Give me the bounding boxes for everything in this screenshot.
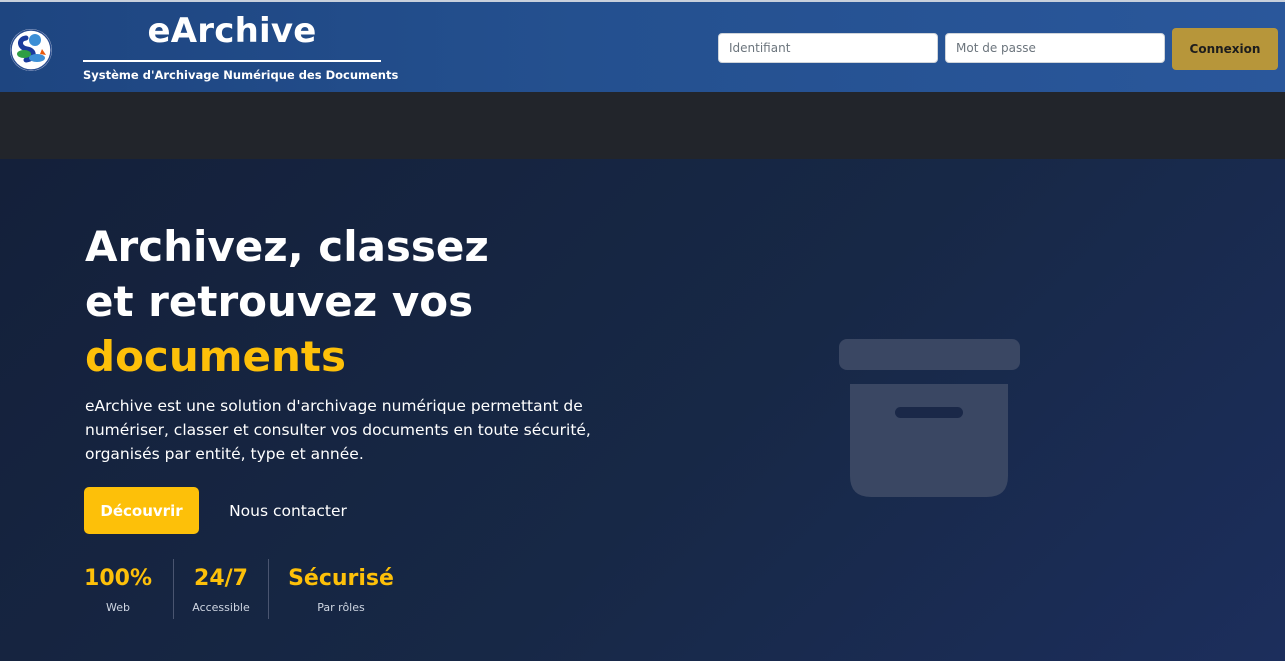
stat-value: 24/7 [194, 566, 248, 591]
app-subtitle: Système d'Archivage Numérique des Docume… [83, 68, 399, 82]
stat-web: 100% Web [84, 559, 152, 619]
stat-label: Web [106, 601, 130, 614]
login-button[interactable]: Connexion [1172, 28, 1278, 70]
nav-band [0, 92, 1285, 159]
contact-button[interactable]: Nous contacter [218, 487, 358, 534]
hero-title-line-1: Archivez, classez [85, 222, 489, 271]
discover-button[interactable]: Découvrir [84, 487, 199, 534]
username-input[interactable] [718, 33, 938, 63]
top-header: eArchive Système d'Archivage Numérique d… [0, 0, 1285, 92]
app-title[interactable]: eArchive [83, 8, 381, 62]
institution-logo-icon[interactable] [10, 29, 52, 71]
stat-value: 100% [84, 566, 152, 591]
stat-label: Accessible [192, 601, 250, 614]
hero-description: eArchive est une solution d'archivage nu… [85, 397, 591, 463]
password-input[interactable] [945, 33, 1165, 63]
hero-section: Archivez, classez et retrouvez vos docum… [0, 159, 1285, 661]
hero-title-line-2: et retrouvez vos [85, 277, 474, 326]
brand-block: eArchive Système d'Archivage Numérique d… [83, 8, 399, 82]
hero-title: Archivez, classez et retrouvez vos docum… [85, 219, 489, 384]
archive-box-icon [839, 339, 1020, 497]
stat-accessible: 24/7 Accessible [173, 559, 268, 619]
stat-secure: Sécurisé Par rôles [268, 559, 413, 619]
hero-title-accent: documents [85, 332, 346, 381]
stat-value: Sécurisé [288, 566, 394, 591]
stat-label: Par rôles [317, 601, 365, 614]
